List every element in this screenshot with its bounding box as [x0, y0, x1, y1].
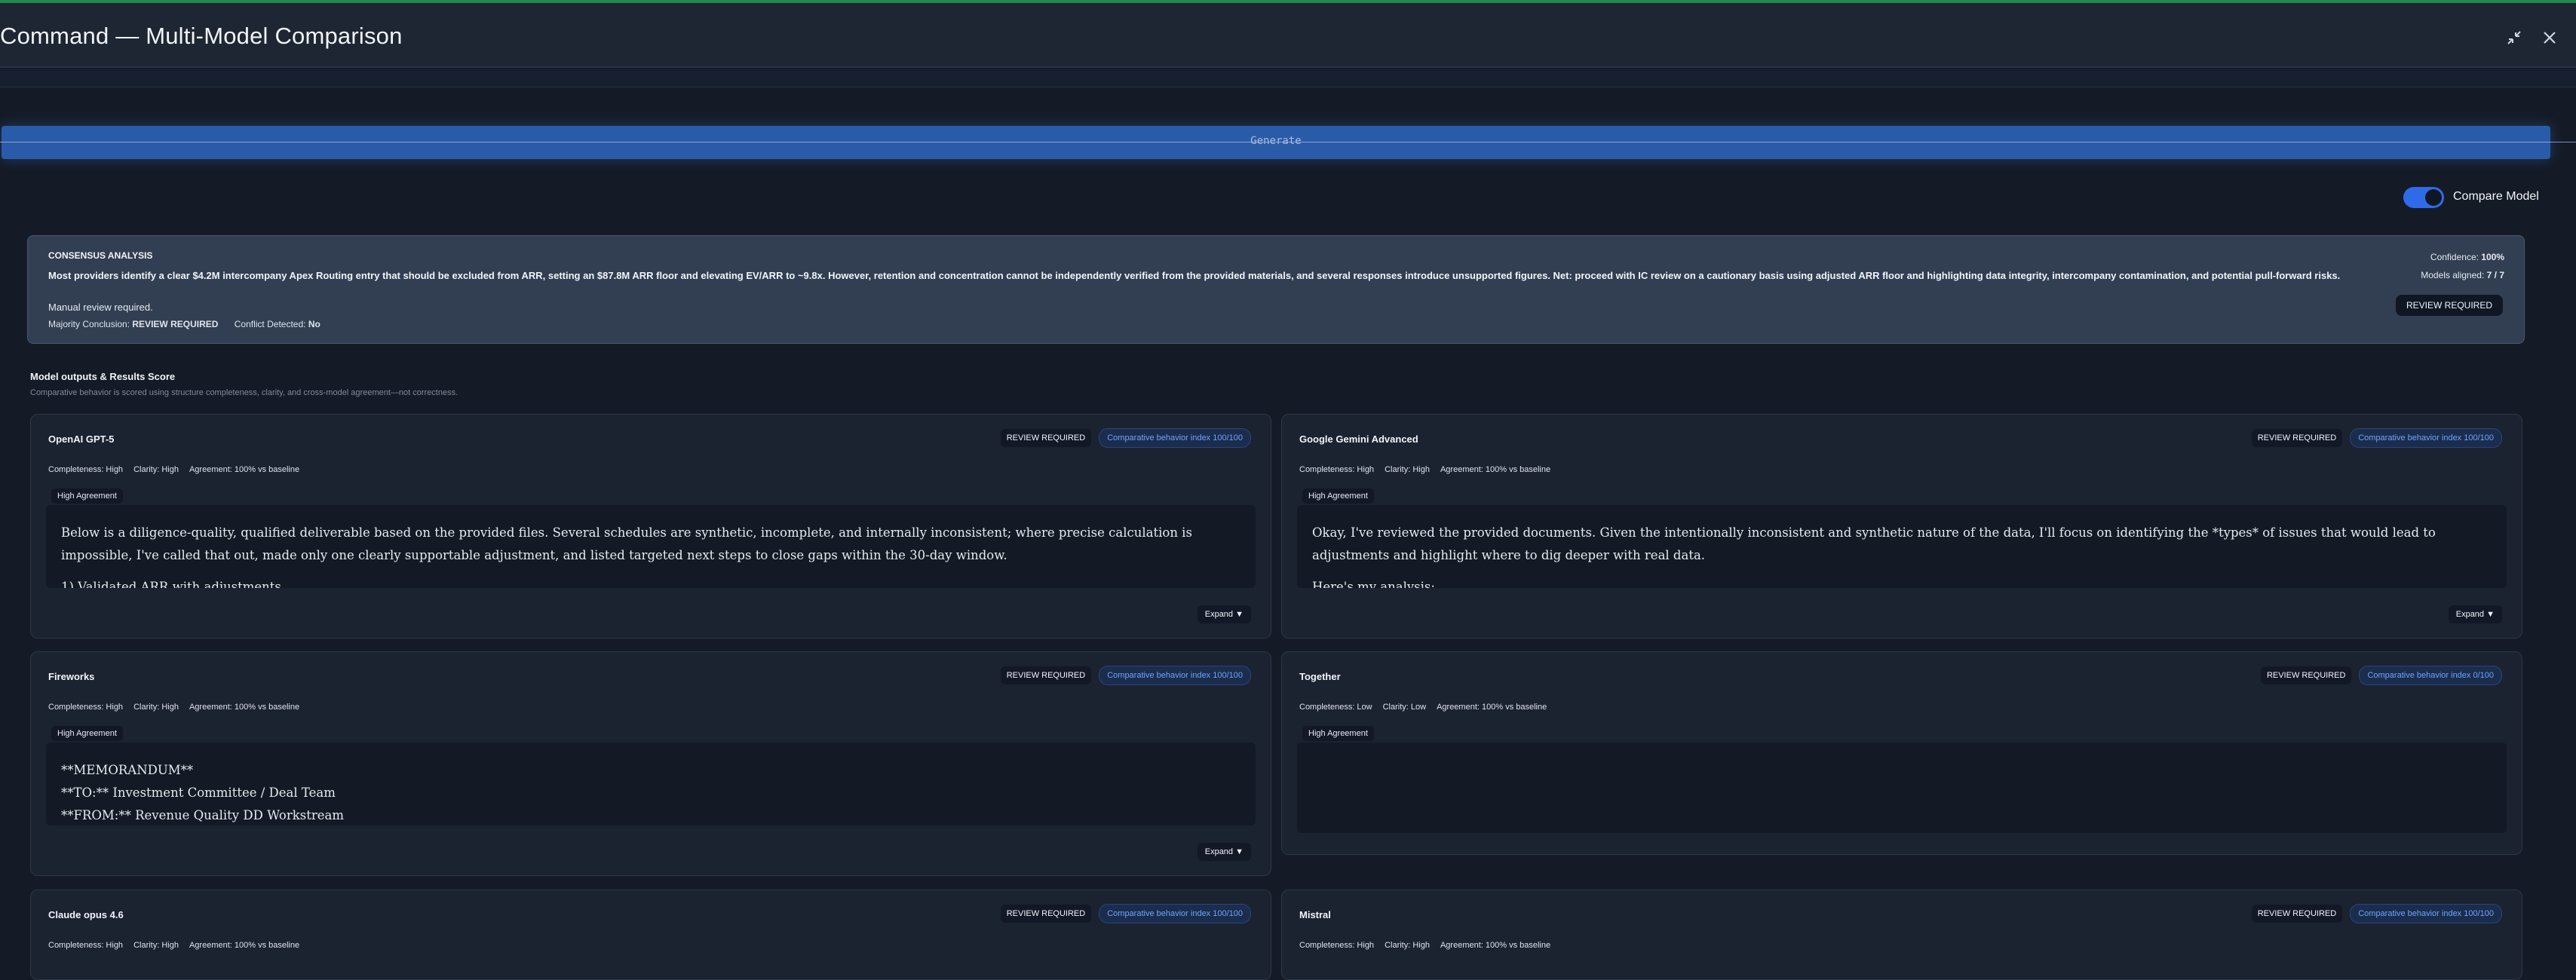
behavior-index-badge: Comparative behavior index 100/100 — [2350, 428, 2502, 448]
output-paragraph: Okay, I've reviewed the provided documen… — [1312, 525, 2436, 562]
output-paragraph: 1) Validated ARR with adjustments — [61, 580, 281, 588]
confidence: Confidence: 100% — [2430, 252, 2504, 262]
agreement-badge: High Agreement — [1302, 488, 1374, 504]
compare-model-label: Compare Model — [2453, 190, 2539, 203]
model-output[interactable]: Below is a diligence-quality, qualified … — [46, 505, 1256, 588]
conflict-detected: Conflict Detected: No — [234, 319, 320, 329]
behavior-index-badge: Comparative behavior index 100/100 — [1099, 428, 1251, 448]
model-card-together: Together REVIEW REQUIRED Comparative beh… — [1281, 651, 2522, 855]
behavior-index-badge: Comparative behavior index 100/100 — [1099, 904, 1251, 923]
compare-model-toggle[interactable] — [2403, 187, 2444, 208]
model-output-empty[interactable] — [1297, 743, 2507, 833]
behavior-index-badge: Comparative behavior index 0/100 — [2359, 666, 2502, 685]
generate-label: Generate — [1250, 135, 1302, 147]
output-line: **FROM:** Revenue Quality DD Workstream — [61, 808, 344, 822]
completeness: Completeness: High — [48, 703, 124, 712]
expand-button[interactable]: Expand ▼ — [1197, 605, 1251, 623]
card-badges: REVIEW REQUIRED Comparative behavior ind… — [1000, 428, 1251, 448]
review-required-button[interactable]: REVIEW REQUIRED — [2395, 295, 2503, 316]
agreement: Agreement: 100% vs baseline — [189, 703, 300, 712]
behavior-index-badge: Comparative behavior index 100/100 — [2350, 904, 2502, 923]
consensus-summary: Most providers identify a clear $4.2M in… — [48, 270, 2341, 281]
model-output[interactable]: **MEMORANDUM** **TO:** Investment Commit… — [46, 743, 1256, 825]
expand-button[interactable]: Expand ▼ — [2448, 605, 2502, 623]
card-badges: REVIEW REQUIRED Comparative behavior ind… — [1000, 666, 1251, 685]
card-badges: REVIEW REQUIRED Comparative behavior ind… — [2251, 904, 2502, 923]
card-metrics: Completeness: High Clarity: High Agreement… — [48, 465, 299, 474]
review-status-badge: REVIEW REQUIRED — [2260, 666, 2352, 684]
model-name: Mistral — [1299, 909, 1331, 920]
section-subtitle: Comparative behavior is scored using str… — [30, 388, 458, 397]
model-card-fireworks: Fireworks REVIEW REQUIRED Comparative be… — [30, 651, 1271, 876]
clarity: Clarity: Low — [1382, 703, 1427, 712]
clarity: Clarity: High — [133, 941, 179, 950]
model-card-google-gemini-advanced: Google Gemini Advanced REVIEW REQUIRED C… — [1281, 414, 2522, 639]
card-metrics: Completeness: High Clarity: High Agreement… — [48, 941, 299, 950]
agreement: Agreement: 100% vs baseline — [189, 465, 300, 474]
completeness: Completeness: High — [48, 465, 124, 474]
clarity: Clarity: High — [133, 703, 179, 712]
toolbar-band — [0, 69, 2576, 87]
model-card-claude-opus-4-6: Claude opus 4.6 REVIEW REQUIRED Comparat… — [30, 890, 1271, 980]
section-title: Model outputs & Results Score — [30, 371, 176, 382]
model-name: Claude opus 4.6 — [48, 909, 124, 920]
agreement-badge: High Agreement — [1302, 726, 1374, 741]
collapse-arrows-icon[interactable] — [2505, 29, 2523, 47]
model-card-mistral: Mistral REVIEW REQUIRED Comparative beha… — [1281, 890, 2522, 980]
model-name: Google Gemini Advanced — [1299, 433, 1418, 445]
review-status-badge: REVIEW REQUIRED — [1000, 905, 1092, 923]
card-metrics: Completeness: High Clarity: High Agreement… — [48, 703, 299, 712]
review-status-badge: REVIEW REQUIRED — [2251, 429, 2343, 447]
completeness: Completeness: High — [48, 941, 124, 950]
output-line: **TO:** Investment Committee / Deal Team — [61, 786, 336, 800]
agreement: Agreement: 100% vs baseline — [1440, 941, 1551, 950]
output-paragraph: Here's my analysis: — [1312, 580, 1435, 588]
agreement-badge: High Agreement — [51, 488, 123, 504]
expand-button[interactable]: Expand ▼ — [1197, 843, 1251, 861]
title-bar: Command — Multi-Model Comparison — [0, 3, 2576, 68]
card-badges: REVIEW REQUIRED Comparative behavior ind… — [2251, 428, 2502, 448]
card-metrics: Completeness: Low Clarity: Low Agreement: … — [1299, 703, 1547, 712]
model-name: Together — [1299, 671, 1341, 682]
consensus-heading: CONSENSUS ANALYSIS — [48, 250, 153, 261]
card-metrics: Completeness: High Clarity: High Agreement… — [1299, 465, 1550, 474]
review-status-badge: REVIEW REQUIRED — [1000, 429, 1092, 447]
consensus-panel: CONSENSUS ANALYSIS Most providers identi… — [27, 235, 2525, 344]
models-aligned: Models aligned: 7 / 7 — [2421, 270, 2504, 280]
agreement: Agreement: 100% vs baseline — [1440, 465, 1551, 474]
review-status-badge: REVIEW REQUIRED — [2251, 905, 2343, 923]
manual-review-note: Manual review required. — [48, 302, 153, 313]
clarity: Clarity: High — [1385, 465, 1430, 474]
behavior-index-badge: Comparative behavior index 100/100 — [1099, 666, 1251, 685]
agreement: Agreement: 100% vs baseline — [189, 941, 300, 950]
model-card-openai-gpt-5: OpenAI GPT-5 REVIEW REQUIRED Comparative… — [30, 414, 1271, 639]
output-line: **MEMORANDUM** — [61, 763, 194, 777]
card-badges: REVIEW REQUIRED Comparative behavior ind… — [1000, 904, 1251, 923]
consensus-meta: Majority Conclusion: REVIEW REQUIRED Con… — [48, 319, 320, 329]
completeness: Completeness: High — [1299, 465, 1375, 474]
close-icon[interactable] — [2541, 29, 2559, 47]
model-name: Fireworks — [48, 671, 95, 682]
clarity: Clarity: High — [1385, 941, 1430, 950]
clarity: Clarity: High — [133, 465, 179, 474]
toggle-knob — [2425, 189, 2442, 206]
model-name: OpenAI GPT-5 — [48, 433, 115, 445]
completeness: Completeness: Low — [1299, 703, 1372, 712]
output-paragraph: Below is a diligence-quality, qualified … — [61, 525, 1192, 562]
agreement: Agreement: 100% vs baseline — [1437, 703, 1547, 712]
model-output[interactable]: Okay, I've reviewed the provided documen… — [1297, 505, 2507, 588]
majority-conclusion: Majority Conclusion: REVIEW REQUIRED — [48, 319, 219, 329]
agreement-badge: High Agreement — [51, 726, 123, 741]
review-status-badge: REVIEW REQUIRED — [1000, 666, 1092, 684]
card-badges: REVIEW REQUIRED Comparative behavior ind… — [2260, 666, 2502, 685]
window-title: Command — Multi-Model Comparison — [0, 23, 403, 49]
completeness: Completeness: High — [1299, 941, 1375, 950]
card-metrics: Completeness: High Clarity: High Agreement… — [1299, 941, 1550, 950]
generate-button[interactable]: Generate — [2, 126, 2550, 159]
